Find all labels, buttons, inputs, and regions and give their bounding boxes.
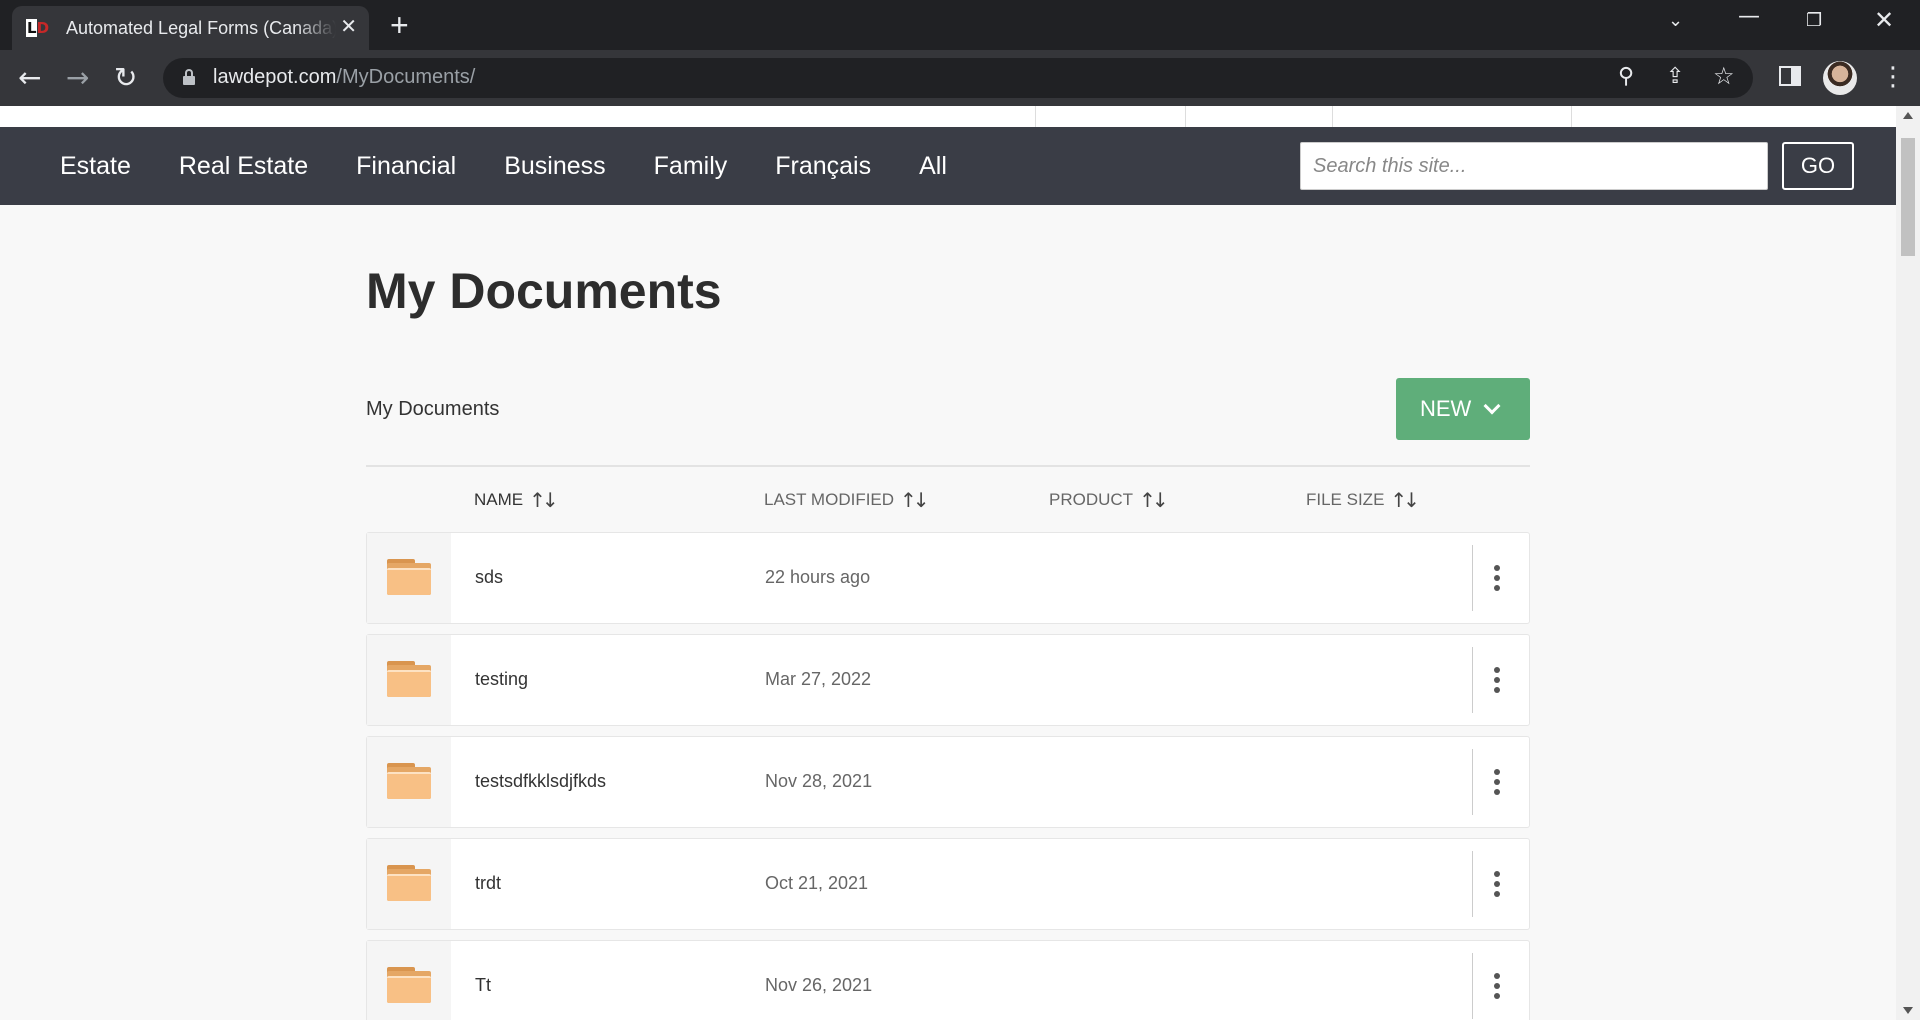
folder-icon — [387, 763, 431, 799]
more-options-icon[interactable] — [1494, 973, 1500, 999]
browser-toolbar: ← → ↻ lawdepot.com/MyDocuments/ ⚲ ⇪ ☆ ⋮ — [0, 50, 1920, 106]
more-options-icon[interactable] — [1494, 769, 1500, 795]
window-close-icon[interactable]: ✕ — [1874, 6, 1894, 34]
sort-icon: ↑↓ — [1390, 488, 1419, 512]
minimize-icon[interactable]: — — [1738, 4, 1760, 29]
table-row[interactable]: sds 22 hours ago — [366, 532, 1530, 624]
table-row[interactable]: trdt Oct 21, 2021 — [366, 838, 1530, 930]
folder-cell — [367, 941, 451, 1020]
new-button-label: NEW — [1420, 396, 1472, 421]
more-options-icon[interactable] — [1494, 565, 1500, 591]
top-strip-divider — [1571, 106, 1572, 127]
header-divider — [366, 465, 1530, 467]
column-header-label: PRODUCT — [1049, 490, 1134, 509]
folder-icon — [387, 559, 431, 595]
nav-menu: Estate Real Estate Financial Business Fa… — [60, 127, 995, 205]
browser-tab-strip: LD Automated Legal Forms (Canada) ✕ + ⌄ … — [0, 0, 1920, 50]
site-navigation: Estate Real Estate Financial Business Fa… — [0, 127, 1896, 205]
sort-icon: ↑↓ — [1139, 488, 1168, 512]
url-text[interactable]: lawdepot.com/MyDocuments/ — [213, 66, 475, 89]
site-search-input[interactable] — [1300, 142, 1768, 190]
row-divider — [1472, 749, 1473, 815]
column-header-label: LAST MODIFIED — [764, 490, 895, 509]
row-name[interactable]: trdt — [475, 873, 501, 894]
more-options-icon[interactable] — [1494, 871, 1500, 897]
new-tab-icon[interactable]: + — [390, 9, 409, 41]
top-strip-divider — [1035, 106, 1036, 127]
column-header-label: NAME — [474, 490, 524, 509]
share-icon[interactable]: ⇪ — [1666, 64, 1684, 89]
breadcrumb[interactable]: My Documents — [366, 398, 499, 421]
top-strip — [0, 106, 1896, 127]
scroll-thumb[interactable] — [1901, 138, 1915, 256]
side-panel-icon[interactable] — [1779, 66, 1801, 86]
zoom-icon[interactable]: ⚲ — [1618, 64, 1634, 89]
row-last-modified: Mar 27, 2022 — [765, 669, 872, 689]
tab-search-chevron-icon[interactable]: ⌄ — [1668, 10, 1683, 31]
folder-icon — [387, 865, 431, 901]
table-row[interactable]: testing Mar 27, 2022 — [366, 634, 1530, 726]
nav-item-francais[interactable]: Français — [775, 152, 871, 181]
back-arrow-icon[interactable]: ← — [18, 63, 41, 93]
column-header-label: FILE SIZE — [1306, 490, 1385, 509]
column-header-file-size[interactable]: FILE SIZE ↑↓ — [1306, 488, 1420, 512]
new-document-button[interactable]: NEW — [1396, 378, 1530, 440]
lawdepot-favicon-icon: LD — [26, 19, 49, 37]
row-last-modified: Oct 21, 2021 — [765, 873, 869, 893]
nav-item-estate[interactable]: Estate — [60, 152, 131, 181]
row-last-modified: 22 hours ago — [765, 567, 871, 587]
folder-cell — [367, 533, 451, 623]
more-options-icon[interactable] — [1494, 667, 1500, 693]
nav-item-family[interactable]: Family — [654, 152, 728, 181]
tab-title: Automated Legal Forms (Canada) — [66, 17, 336, 38]
reload-icon[interactable]: ↻ — [114, 63, 137, 93]
column-header-product[interactable]: PRODUCT ↑↓ — [1049, 488, 1169, 512]
page-viewport: Estate Real Estate Financial Business Fa… — [0, 106, 1896, 1020]
restore-icon[interactable]: ❐ — [1806, 10, 1822, 31]
row-name[interactable]: testsdfkklsdjfkds — [475, 771, 606, 792]
column-header-name[interactable]: NAME ↑↓ — [474, 488, 559, 512]
row-last-modified: Nov 28, 2021 — [765, 771, 873, 791]
address-bar[interactable]: lawdepot.com/MyDocuments/ ⚲ ⇪ ☆ — [163, 58, 1753, 98]
forward-arrow-icon[interactable]: → — [66, 63, 89, 93]
row-divider — [1472, 647, 1473, 713]
scroll-down-arrow-icon[interactable] — [1903, 1007, 1913, 1014]
page-title: My Documents — [366, 263, 722, 319]
folder-cell — [367, 737, 451, 827]
profile-avatar[interactable] — [1823, 61, 1857, 95]
nav-item-business[interactable]: Business — [504, 152, 605, 181]
folder-icon — [387, 967, 431, 1003]
row-divider — [1472, 953, 1473, 1019]
tab-close-icon[interactable]: ✕ — [340, 17, 357, 37]
top-strip-divider — [1185, 106, 1186, 127]
row-divider — [1472, 851, 1473, 917]
folder-cell — [367, 839, 451, 929]
nav-item-real-estate[interactable]: Real Estate — [179, 152, 308, 181]
nav-item-financial[interactable]: Financial — [356, 152, 456, 181]
row-name[interactable]: Tt — [475, 975, 491, 996]
search-go-button[interactable]: GO — [1782, 142, 1854, 190]
column-header-last-modified[interactable]: LAST MODIFIED ↑↓ — [764, 488, 929, 512]
nav-item-all[interactable]: All — [919, 152, 947, 181]
folder-cell — [367, 635, 451, 725]
chevron-down-icon — [1483, 397, 1501, 415]
bookmark-star-icon[interactable]: ☆ — [1713, 62, 1735, 90]
table-row[interactable]: testsdfkklsdjfkds Nov 28, 2021 — [366, 736, 1530, 828]
lock-icon[interactable] — [183, 69, 195, 85]
row-name[interactable]: testing — [475, 669, 528, 690]
url-host: lawdepot.com — [213, 66, 337, 88]
sort-icon: ↑↓ — [529, 488, 558, 512]
table-row[interactable]: Tt Nov 26, 2021 — [366, 940, 1530, 1020]
top-strip-divider — [1332, 106, 1333, 127]
sort-icon: ↑↓ — [900, 488, 929, 512]
browser-menu-icon[interactable]: ⋮ — [1880, 62, 1906, 92]
browser-tab[interactable]: LD Automated Legal Forms (Canada) ✕ — [12, 6, 369, 50]
scroll-up-arrow-icon[interactable] — [1903, 112, 1913, 119]
row-divider — [1472, 545, 1473, 611]
page-scrollbar[interactable] — [1896, 106, 1920, 1020]
row-name[interactable]: sds — [475, 567, 503, 588]
url-path: /MyDocuments/ — [336, 66, 476, 88]
row-last-modified: Nov 26, 2021 — [765, 975, 873, 995]
folder-icon — [387, 661, 431, 697]
